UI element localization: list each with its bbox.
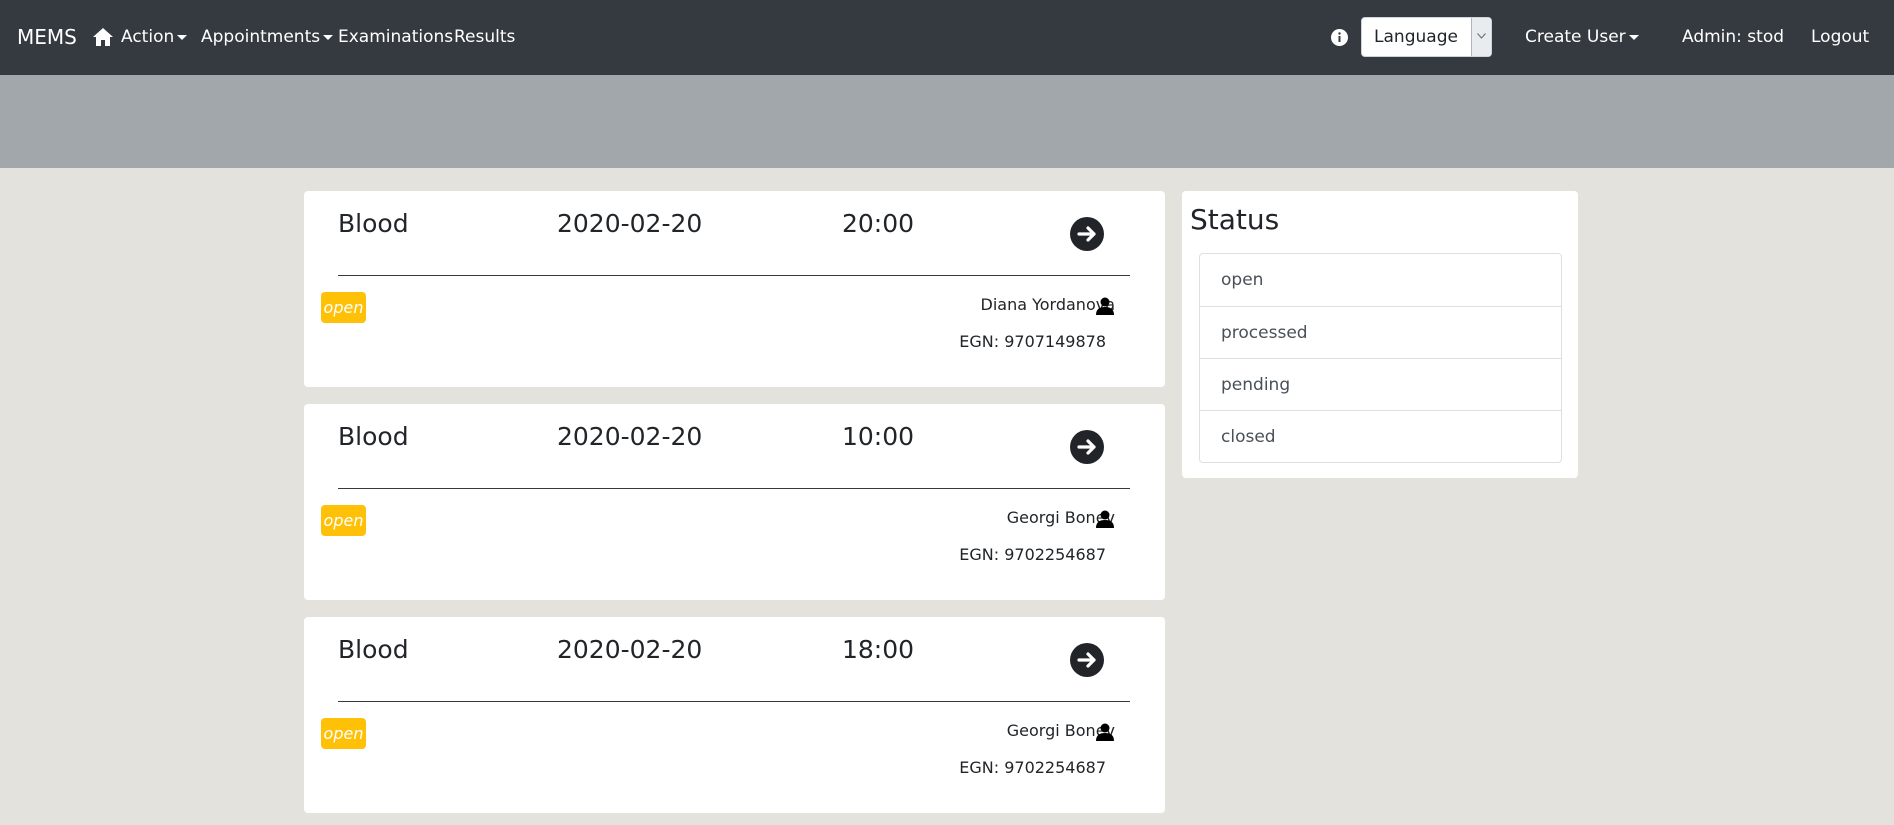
- patient-egn: EGN: 9702254687: [959, 758, 1106, 777]
- caret-down-icon: [1628, 34, 1639, 40]
- status-item-closed[interactable]: closed: [1200, 410, 1561, 462]
- nav-create-user-label: Create User: [1525, 27, 1626, 47]
- status-panel-title: Status: [1190, 203, 1280, 236]
- patient-name: Diana Yordanova: [980, 295, 1116, 314]
- language-select[interactable]: Language: [1361, 17, 1492, 57]
- nav-results-link[interactable]: Results: [454, 0, 515, 75]
- appointment-time: 10:00: [842, 422, 915, 451]
- nav-appointments-label: Appointments: [201, 27, 321, 47]
- user-icon: [1096, 723, 1114, 741]
- brand-logo[interactable]: MEMS: [17, 0, 77, 75]
- patient-egn: EGN: 9702254687: [959, 545, 1106, 564]
- patient-egn: EGN: 9707149878: [959, 332, 1106, 351]
- appointment-type: Blood: [338, 209, 409, 238]
- nav-create-user-dropdown[interactable]: Create User: [1525, 0, 1639, 75]
- info-icon[interactable]: [1331, 29, 1348, 46]
- appointment-time: 18:00: [842, 635, 915, 664]
- nav-examinations-link[interactable]: Examinations: [338, 0, 453, 75]
- language-select-toggle[interactable]: [1471, 18, 1491, 56]
- card-divider: [338, 701, 1130, 702]
- status-item-pending[interactable]: pending: [1200, 358, 1561, 410]
- appointment-type: Blood: [338, 635, 409, 664]
- user-icon: [1096, 297, 1114, 315]
- status-badge: open: [321, 505, 366, 536]
- appointment-card: Blood 2020-02-20 18:00 open Georgi Bonev…: [304, 617, 1165, 813]
- appointment-date: 2020-02-20: [557, 635, 703, 664]
- home-icon[interactable]: [93, 28, 113, 46]
- arrow-circle-right-icon[interactable]: [1070, 643, 1104, 677]
- admin-user-label[interactable]: Admin: stod: [1682, 0, 1784, 75]
- card-divider: [338, 488, 1130, 489]
- logout-link[interactable]: Logout: [1811, 0, 1869, 75]
- chevron-down-icon: [1477, 33, 1486, 39]
- appointment-date: 2020-02-20: [557, 209, 703, 238]
- arrow-circle-right-icon[interactable]: [1070, 430, 1104, 464]
- status-badge: open: [321, 718, 366, 749]
- appointment-type: Blood: [338, 422, 409, 451]
- page-banner: [0, 75, 1894, 168]
- appointment-date: 2020-02-20: [557, 422, 703, 451]
- user-icon: [1096, 510, 1114, 528]
- nav-action-label: Action: [121, 27, 175, 47]
- nav-appointments-dropdown[interactable]: Appointments: [201, 0, 334, 75]
- status-item-processed[interactable]: processed: [1200, 306, 1561, 358]
- status-list: open processed pending closed: [1199, 253, 1562, 463]
- card-divider: [338, 275, 1130, 276]
- caret-down-icon: [177, 34, 188, 40]
- arrow-circle-right-icon[interactable]: [1070, 217, 1104, 251]
- status-badge: open: [321, 292, 366, 323]
- language-select-label: Language: [1374, 27, 1458, 47]
- appointment-card: Blood 2020-02-20 20:00 open Diana Yordan…: [304, 191, 1165, 387]
- caret-down-icon: [323, 34, 334, 40]
- status-filter-panel: Status open processed pending closed: [1182, 191, 1578, 478]
- appointment-card: Blood 2020-02-20 10:00 open Georgi Bonev…: [304, 404, 1165, 600]
- top-navbar: MEMS Action Appointments Examinations Re…: [0, 0, 1894, 75]
- status-item-open[interactable]: open: [1200, 254, 1561, 306]
- nav-action-dropdown[interactable]: Action: [121, 0, 188, 75]
- appointment-time: 20:00: [842, 209, 915, 238]
